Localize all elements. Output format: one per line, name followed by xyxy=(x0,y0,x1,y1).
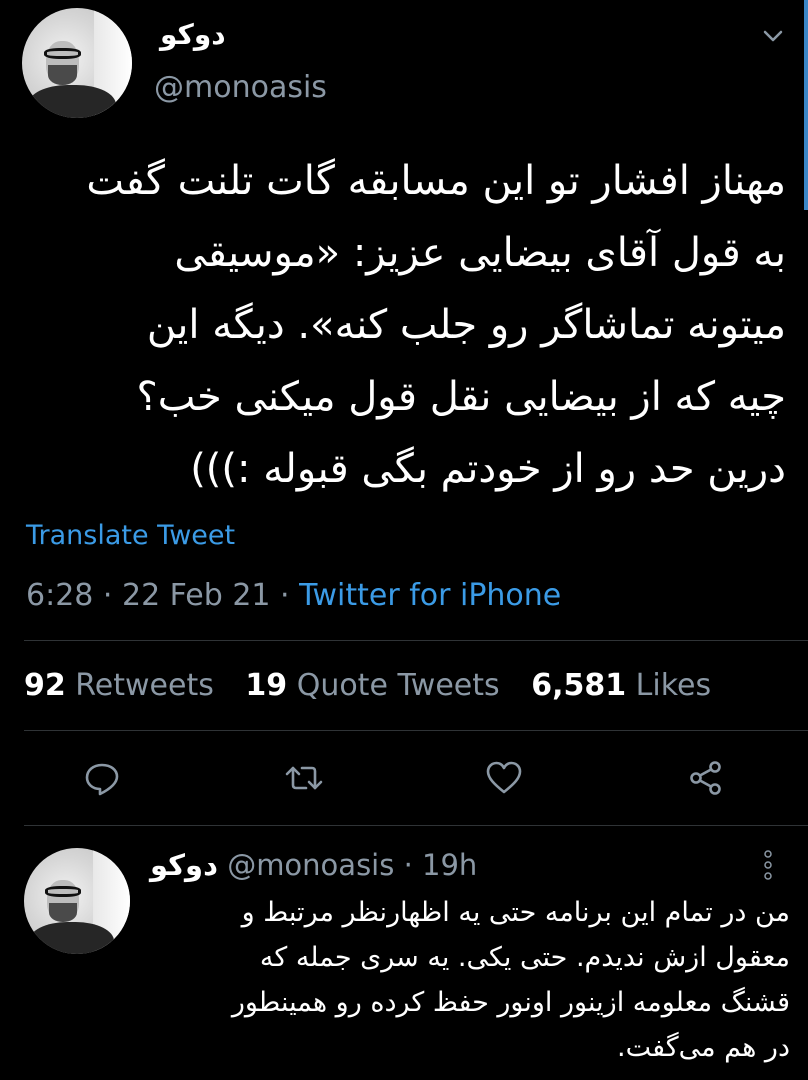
reply-header[interactable]: دوکو @monoasis · 19h xyxy=(150,848,477,882)
divider xyxy=(24,640,808,641)
divider xyxy=(24,825,808,826)
scrollbar[interactable] xyxy=(804,0,808,210)
tweet-text: مهناز افشار تو این مسابقه گات تلنت گفت ب… xyxy=(20,145,786,505)
user-handle[interactable]: @monoasis xyxy=(154,70,327,105)
like-button[interactable] xyxy=(484,758,524,798)
tweet-client-link[interactable]: Twitter for iPhone xyxy=(299,578,561,613)
reply-handle[interactable]: @monoasis xyxy=(227,848,394,882)
reply-avatar[interactable] xyxy=(24,848,130,954)
tweet-stats: 92 Retweets 19 Quote Tweets 6,581 Likes xyxy=(24,668,733,703)
share-button[interactable] xyxy=(686,758,726,798)
tweet-timestamp: 6:28 · 22 Feb 21 · xyxy=(26,578,300,613)
reply-icon xyxy=(85,763,119,796)
chevron-down-icon[interactable] xyxy=(762,28,784,44)
share-icon xyxy=(690,761,721,795)
quote-tweets-stat[interactable]: 19 Quote Tweets xyxy=(245,668,499,703)
likes-count: 6,581 xyxy=(531,668,627,703)
likes-label: Likes xyxy=(635,668,712,703)
translate-tweet-link[interactable]: Translate Tweet xyxy=(26,520,235,551)
tweet-text-line: درین حد رو از خودتم بگی قبوله :))) xyxy=(190,446,786,492)
tweet-meta: 6:28 · 22 Feb 21 · Twitter for iPhone xyxy=(26,578,561,613)
tweet-text-line: میتونه تماشاگر رو جلب کنه». دیگه این xyxy=(146,302,786,348)
retweets-label: Retweets xyxy=(75,668,214,703)
retweet-button[interactable] xyxy=(284,758,324,798)
tweet-text-line: به قول آقای بیضایی عزیز: «موسیقی xyxy=(174,230,786,276)
divider xyxy=(24,730,808,731)
quote-tweets-label: Quote Tweets xyxy=(296,668,500,703)
retweets-count: 92 xyxy=(24,668,66,703)
avatar[interactable] xyxy=(22,8,132,118)
more-options-icon[interactable] xyxy=(760,848,776,882)
display-name[interactable]: دوکو xyxy=(160,18,226,51)
retweets-stat[interactable]: 92 Retweets xyxy=(24,668,214,703)
reply-button[interactable] xyxy=(82,758,122,798)
reply-text-line: قشنگ معلومه ازینور اونور حفظ کرده رو همی… xyxy=(231,987,790,1018)
reply-time: · 19h xyxy=(394,848,478,882)
tweet-text-line: چیه که از بیضایی نقل قول میکنی خب؟ xyxy=(136,374,786,420)
like-icon xyxy=(486,761,522,794)
quote-tweets-count: 19 xyxy=(245,668,288,703)
reply-text-line: معقول ازش ندیدم. حتی یکی. یه سری جمله که xyxy=(259,942,790,973)
tweet-text-line: مهناز افشار تو این مسابقه گات تلنت گفت xyxy=(86,158,786,204)
reply-display-name[interactable]: دوکو xyxy=(150,848,218,882)
retweet-icon xyxy=(285,766,323,790)
reply-text: من در تمام این برنامه حتی یه اظهارنظر مر… xyxy=(140,890,790,1070)
reply-text-line: در هم می‌گفت. xyxy=(616,1032,790,1063)
reply-text-line: من در تمام این برنامه حتی یه اظهارنظر مر… xyxy=(241,897,790,928)
likes-stat[interactable]: 6,581 Likes xyxy=(531,668,711,703)
